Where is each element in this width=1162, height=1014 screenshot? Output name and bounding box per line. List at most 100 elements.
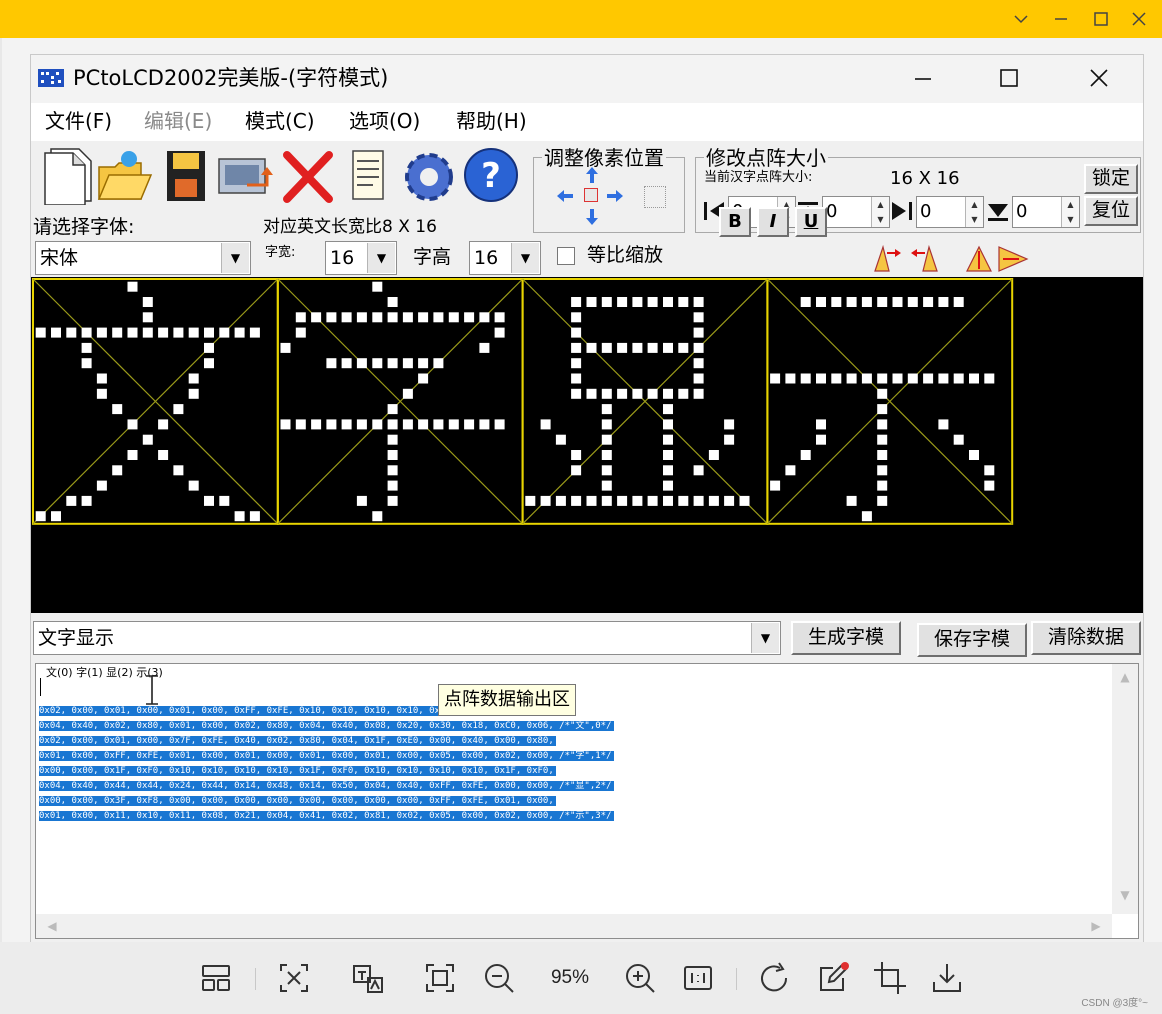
pixel-right-arrow-icon[interactable] bbox=[606, 188, 624, 204]
clear-data-button[interactable]: 清除数据 bbox=[1031, 621, 1141, 655]
glyph-pixel bbox=[387, 297, 398, 307]
zoom-out-icon[interactable] bbox=[481, 960, 517, 996]
glyph-pixel bbox=[571, 373, 582, 384]
rotate-viewer-icon[interactable] bbox=[756, 960, 792, 996]
flip-horizontal-icon[interactable] bbox=[873, 243, 905, 273]
edit-icon[interactable] bbox=[815, 960, 851, 996]
app-maximize-icon[interactable] bbox=[989, 63, 1029, 95]
menu-bar: 文件(F) 编辑(E) 模式(C) 选项(O) 帮助(H) bbox=[31, 103, 1143, 141]
glyph-pixel bbox=[969, 450, 979, 460]
menu-options[interactable]: 选项(O) bbox=[349, 107, 420, 135]
help-question-icon[interactable]: ? bbox=[461, 145, 519, 205]
glyph-pixel bbox=[601, 297, 612, 307]
ocr-translate-icon[interactable] bbox=[276, 960, 312, 996]
height-select-chevron-icon[interactable]: ▼ bbox=[511, 243, 539, 273]
data-output-area[interactable]: 文(0) 字(1) 显(2) 示(3) 0x02, 0x00, 0x01, 0x… bbox=[35, 663, 1139, 939]
glyph-pixel bbox=[81, 342, 92, 353]
pixel-down-arrow-icon[interactable] bbox=[584, 208, 600, 226]
glyph-pixel bbox=[35, 511, 46, 522]
crop-icon[interactable] bbox=[872, 960, 908, 996]
rotate-icon[interactable] bbox=[997, 243, 1029, 273]
glyph-pixel bbox=[295, 327, 306, 338]
lock-button[interactable]: 锁定 bbox=[1084, 164, 1138, 194]
proportional-checkbox[interactable] bbox=[557, 247, 575, 265]
width-select[interactable]: 16 ▼ bbox=[325, 241, 397, 275]
glyph-pixel bbox=[188, 373, 199, 384]
right-spin[interactable]: 0 ▲ ▼ bbox=[916, 196, 984, 228]
scroll-right-icon[interactable]: ▶ bbox=[1086, 919, 1106, 933]
font-select[interactable]: 宋体 ▼ bbox=[35, 241, 251, 275]
italic-button[interactable]: I bbox=[757, 207, 789, 237]
glyph-pixel bbox=[601, 342, 612, 353]
app-minimize-icon[interactable] bbox=[903, 63, 943, 95]
top-spin[interactable]: 0 ▲ ▼ bbox=[822, 196, 890, 228]
menu-edit[interactable]: 编辑(E) bbox=[144, 107, 212, 135]
glyph-pixel bbox=[204, 327, 214, 338]
pixel-left-arrow-icon[interactable] bbox=[556, 188, 574, 204]
glyph-pixel bbox=[693, 495, 704, 506]
glyph-pixel bbox=[816, 373, 826, 384]
glyph-pixel bbox=[586, 495, 597, 506]
right-spin-arrows-icon[interactable]: ▲ ▼ bbox=[965, 197, 983, 227]
shrink-bottom-icon[interactable] bbox=[984, 196, 1012, 226]
pixel-center-icon[interactable] bbox=[584, 188, 598, 202]
code-line: 0x01, 0x00, 0xFF, 0xFE, 0x01, 0x00, 0x01… bbox=[39, 743, 614, 761]
open-folder-icon[interactable] bbox=[95, 145, 153, 205]
download-icon[interactable] bbox=[929, 960, 965, 996]
underline-button[interactable]: U bbox=[795, 207, 827, 237]
top-spin-arrows-icon[interactable]: ▲ ▼ bbox=[871, 197, 889, 227]
glyph-pixel bbox=[479, 312, 490, 323]
actual-size-icon[interactable] bbox=[680, 960, 716, 996]
glyph-pixel bbox=[617, 297, 628, 307]
new-file-icon[interactable] bbox=[37, 145, 95, 206]
bottom-spin-value: 0 bbox=[1016, 201, 1028, 222]
bottom-spin[interactable]: 0 ▲ ▼ bbox=[1012, 196, 1080, 228]
notepad-icon[interactable] bbox=[339, 145, 397, 205]
glyph-pixel bbox=[372, 419, 383, 430]
text-recognize-icon[interactable] bbox=[350, 960, 386, 996]
minimize-icon[interactable] bbox=[1050, 8, 1072, 30]
glyph-pixel bbox=[601, 465, 612, 476]
flip-vertical-icon[interactable] bbox=[963, 243, 995, 273]
delete-x-icon[interactable] bbox=[279, 145, 337, 205]
chevron-down-icon[interactable] bbox=[1010, 8, 1032, 30]
output-section: 文字显示 ▼ 生成字模 保存字模 清除数据 文(0) 字(1) 显(2) 示(3… bbox=[31, 613, 1143, 943]
bottom-spin-arrows-icon[interactable]: ▲ ▼ bbox=[1061, 197, 1079, 227]
scroll-left-icon[interactable]: ◀ bbox=[42, 919, 62, 933]
text-input-select[interactable]: 文字显示 ▼ bbox=[33, 621, 781, 655]
horizontal-scrollbar[interactable]: ◀ ▶ bbox=[36, 914, 1112, 938]
save-font-button[interactable]: 保存字模 bbox=[917, 623, 1027, 657]
fit-window-icon[interactable] bbox=[422, 960, 458, 996]
height-select[interactable]: 16 ▼ bbox=[469, 241, 541, 275]
import-image-icon[interactable] bbox=[215, 145, 273, 205]
menu-help[interactable]: 帮助(H) bbox=[456, 107, 527, 135]
glyph-pixel bbox=[953, 373, 964, 384]
menu-file[interactable]: 文件(F) bbox=[45, 107, 112, 135]
glyph-pixel bbox=[372, 511, 383, 522]
glyph-pixel bbox=[877, 419, 888, 430]
save-disk-icon[interactable] bbox=[157, 145, 215, 205]
zoom-in-icon[interactable] bbox=[622, 960, 658, 996]
font-select-chevron-icon[interactable]: ▼ bbox=[221, 243, 249, 273]
pixel-up-arrow-icon[interactable] bbox=[584, 166, 600, 184]
gallery-view-icon[interactable] bbox=[198, 960, 234, 996]
scroll-up-icon[interactable]: ▲ bbox=[1115, 670, 1135, 684]
menu-mode[interactable]: 模式(C) bbox=[245, 107, 315, 135]
glyph-canvas[interactable] bbox=[31, 277, 1143, 613]
flip-horizontal-alt-icon[interactable] bbox=[907, 243, 939, 273]
close-icon[interactable] bbox=[1128, 8, 1150, 30]
app-close-icon[interactable] bbox=[1079, 63, 1119, 95]
generate-button[interactable]: 生成字模 bbox=[791, 621, 901, 655]
glyph-pixel bbox=[464, 312, 475, 323]
text-input-chevron-icon[interactable]: ▼ bbox=[751, 623, 779, 653]
reset-button[interactable]: 复位 bbox=[1084, 196, 1138, 226]
glyph-pixel bbox=[372, 281, 383, 292]
shrink-right-icon[interactable] bbox=[888, 196, 916, 226]
bold-button[interactable]: B bbox=[719, 207, 751, 237]
maximize-icon[interactable] bbox=[1090, 8, 1112, 30]
settings-gear-icon[interactable] bbox=[399, 145, 457, 205]
vertical-scrollbar[interactable]: ▲ ▼ bbox=[1112, 664, 1138, 914]
scroll-down-icon[interactable]: ▼ bbox=[1115, 888, 1135, 902]
width-select-chevron-icon[interactable]: ▼ bbox=[367, 243, 395, 273]
glyph-pixel bbox=[540, 419, 551, 430]
